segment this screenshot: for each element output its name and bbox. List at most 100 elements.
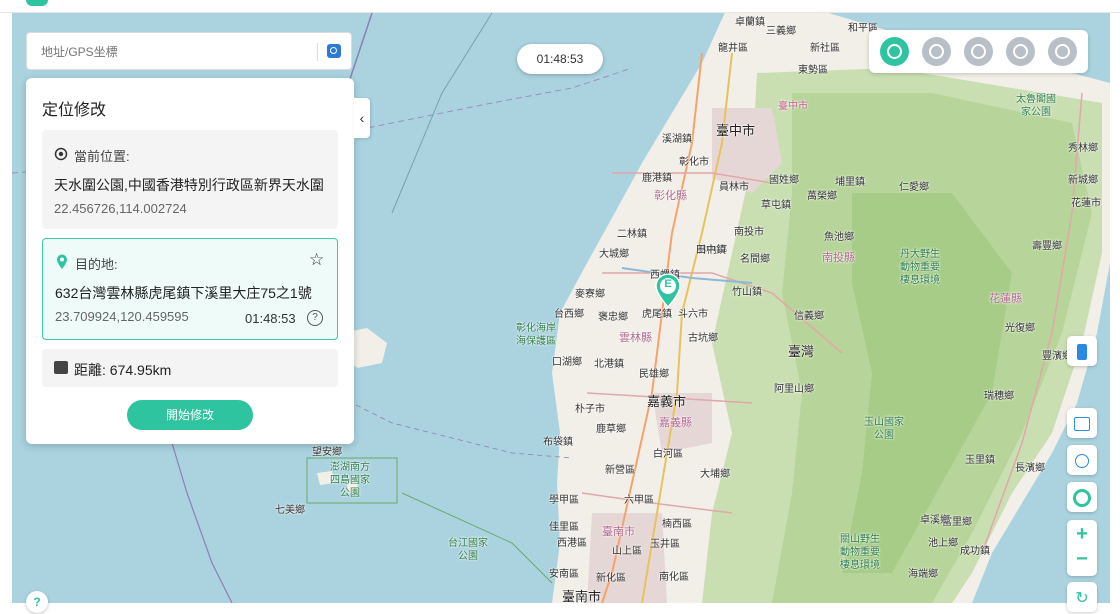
- top-bar: [0, 0, 1120, 13]
- refresh-icon: ↻: [1075, 590, 1089, 607]
- map-label-hualien-county: 花蓮縣: [989, 293, 1022, 305]
- map-label-beigang: 北港鎮: [594, 359, 624, 370]
- refresh-button[interactable]: ↻: [1067, 582, 1097, 612]
- zoom-out-icon[interactable]: −: [1067, 548, 1097, 576]
- start-modify-button[interactable]: 開始修改: [127, 400, 253, 430]
- destination-time: 01:48:53: [245, 311, 296, 326]
- distance-icon: [54, 361, 68, 374]
- destination-card: 目的地: ☆ 632台灣雲林縣虎尾鎮下溪里大庄75之1號 23.709924,1…: [42, 238, 338, 340]
- map-label-minxiong: 民雄鄉: [639, 369, 669, 380]
- map-label-alishan: 阿里山鄉: [774, 384, 814, 395]
- map-label-wangan: 望安鄉: [312, 447, 342, 458]
- map-label-yuchi: 魚池鄉: [824, 232, 854, 243]
- app-logo: [26, 0, 48, 6]
- history-button[interactable]: [1067, 445, 1097, 475]
- map-label-longjing: 龍井區: [718, 43, 748, 54]
- map-label-nantou-city: 南投市: [734, 227, 764, 238]
- map-label-hualien-city: 花蓮市: [1071, 198, 1101, 209]
- search-input[interactable]: [39, 41, 323, 63]
- map-label-ruisui: 瑞穗鄉: [984, 391, 1014, 402]
- map-label-baihe: 白河區: [653, 449, 683, 460]
- current-location-coords: 22.456726,114.002724: [54, 201, 187, 216]
- map-label-sanyi: 三義鄉: [766, 26, 796, 37]
- zoom-in-icon[interactable]: +: [1067, 520, 1097, 548]
- search-separator: [317, 43, 318, 61]
- map-label-tainan-city: 臺南市: [562, 589, 602, 603]
- joystick-mode-icon[interactable]: [1006, 37, 1035, 66]
- map-label-guangfu: 光復鄉: [1005, 323, 1035, 334]
- map-label-changhua-county: 彰化縣: [654, 190, 687, 202]
- help-circle-icon[interactable]: ?: [307, 310, 323, 326]
- map-label-haiduan: 海端鄉: [908, 569, 938, 580]
- multi-spot-mode-icon[interactable]: [964, 37, 993, 66]
- map-label-xihu: 溪湖鎮: [662, 134, 692, 145]
- map-label-shanshang: 山上區: [612, 546, 642, 557]
- current-location-card: 當前位置: 天水圍公園,中國香港特別行政區新界天水圍 22.456726,114…: [42, 130, 338, 229]
- saved-locations-button[interactable]: [1067, 408, 1097, 438]
- map-label-yujing: 玉井區: [650, 539, 680, 550]
- destination-marker[interactable]: E: [655, 274, 681, 308]
- timer-display: 01:48:53: [517, 44, 603, 74]
- map-label-douliu: 斗六市: [678, 309, 708, 320]
- map-label-budai: 布袋鎮: [543, 437, 573, 448]
- map-label-zhuoxi: 卓溪鄉: [920, 515, 950, 526]
- map-label-xincheng: 新城鄉: [1068, 175, 1098, 186]
- map-label-nantou-county: 南投縣: [822, 252, 855, 264]
- map-label-taichung-pink: 臺中市: [778, 101, 808, 112]
- map-label-qimei: 七美鄉: [275, 505, 305, 516]
- map-label-caotun: 草屯鎮: [761, 200, 791, 211]
- current-location-address: 天水圍公園,中國香港特別行政區新界天水圍: [54, 177, 324, 193]
- map-label-yuli: 玉里鎮: [965, 455, 995, 466]
- distance-card: 距離: 674.95km: [42, 349, 338, 387]
- folder-star-icon: [1074, 416, 1090, 431]
- chevron-left-icon: ‹: [359, 110, 365, 126]
- search-icon[interactable]: [327, 44, 341, 58]
- map-label-jiali: 佳里區: [549, 522, 579, 533]
- map-label-penghu-park: 澎湖南方 四島國家 公園: [330, 462, 370, 499]
- map-label-liujia: 六甲區: [624, 495, 654, 506]
- collapse-panel-button[interactable]: ‹: [354, 98, 370, 138]
- map-label-taixi: 台西鄉: [554, 309, 584, 320]
- map-label-dongshi: 東勢區: [798, 65, 828, 76]
- marker-letter: E: [664, 278, 672, 290]
- map-label-xinying: 新營區: [605, 465, 635, 476]
- current-location-label: 當前位置:: [74, 149, 130, 164]
- device-button[interactable]: [1067, 336, 1097, 366]
- map-label-tianzhong: 田中鎮: [696, 245, 726, 256]
- map-label-mailiao: 麥寮鄉: [575, 289, 605, 300]
- map-label-shoufeng: 壽豐鄉: [1032, 241, 1062, 252]
- map-label-guanshan-reserve: 關山野生 動物重要 棲息環境: [840, 534, 880, 571]
- map-label-chiayi-county: 嘉義縣: [659, 417, 692, 429]
- map-label-puli: 埔里鎮: [835, 177, 865, 188]
- map-label-taiwan: 臺灣: [788, 344, 815, 359]
- crosshair-icon: [1073, 488, 1091, 507]
- map-label-yushan-park: 玉山國家 公園: [864, 417, 904, 441]
- map-label-xinhua: 新化區: [596, 573, 626, 584]
- help-icon[interactable]: ?: [26, 591, 48, 613]
- map-label-lucao: 鹿草鄉: [596, 424, 626, 435]
- map-label-chishang: 池上鄉: [928, 538, 958, 549]
- map-label-chiayi-city: 嘉義市: [647, 394, 687, 409]
- map-label-xuejia: 學甲區: [549, 495, 579, 506]
- favorite-star-icon[interactable]: ☆: [309, 250, 324, 270]
- map-label-chenggong: 成功鎮: [960, 546, 990, 557]
- map-label-nanhua: 南化區: [659, 572, 689, 583]
- map-label-gukeng: 古坑鄉: [688, 333, 718, 344]
- teleport-mode-icon[interactable]: [880, 37, 909, 66]
- map-label-lugang: 鹿港鎮: [642, 173, 672, 184]
- map-label-kouhu: 口湖鄉: [552, 357, 582, 368]
- destination-address: 632台灣雲林縣虎尾鎮下溪里大庄75之1號: [55, 285, 312, 301]
- target-icon: [54, 147, 68, 161]
- location-pin-icon: [57, 254, 67, 269]
- map-label-xigang: 西港區: [557, 538, 587, 549]
- destination-coords: 23.709924,120.459595: [55, 309, 189, 324]
- map-label-zhuolan: 卓蘭鎮: [735, 17, 765, 28]
- map-label-ren-ai: 仁愛鄉: [899, 182, 929, 193]
- map-label-xiulin: 秀林鄉: [1068, 143, 1098, 154]
- locate-me-button[interactable]: [1067, 482, 1097, 512]
- map-label-erlin: 二林鎮: [617, 229, 647, 240]
- two-spot-mode-icon[interactable]: [922, 37, 951, 66]
- map-label-zhushan: 竹山鎮: [732, 287, 762, 298]
- mode-toolbar: [869, 30, 1088, 73]
- jump-teleport-mode-icon[interactable]: [1048, 37, 1077, 66]
